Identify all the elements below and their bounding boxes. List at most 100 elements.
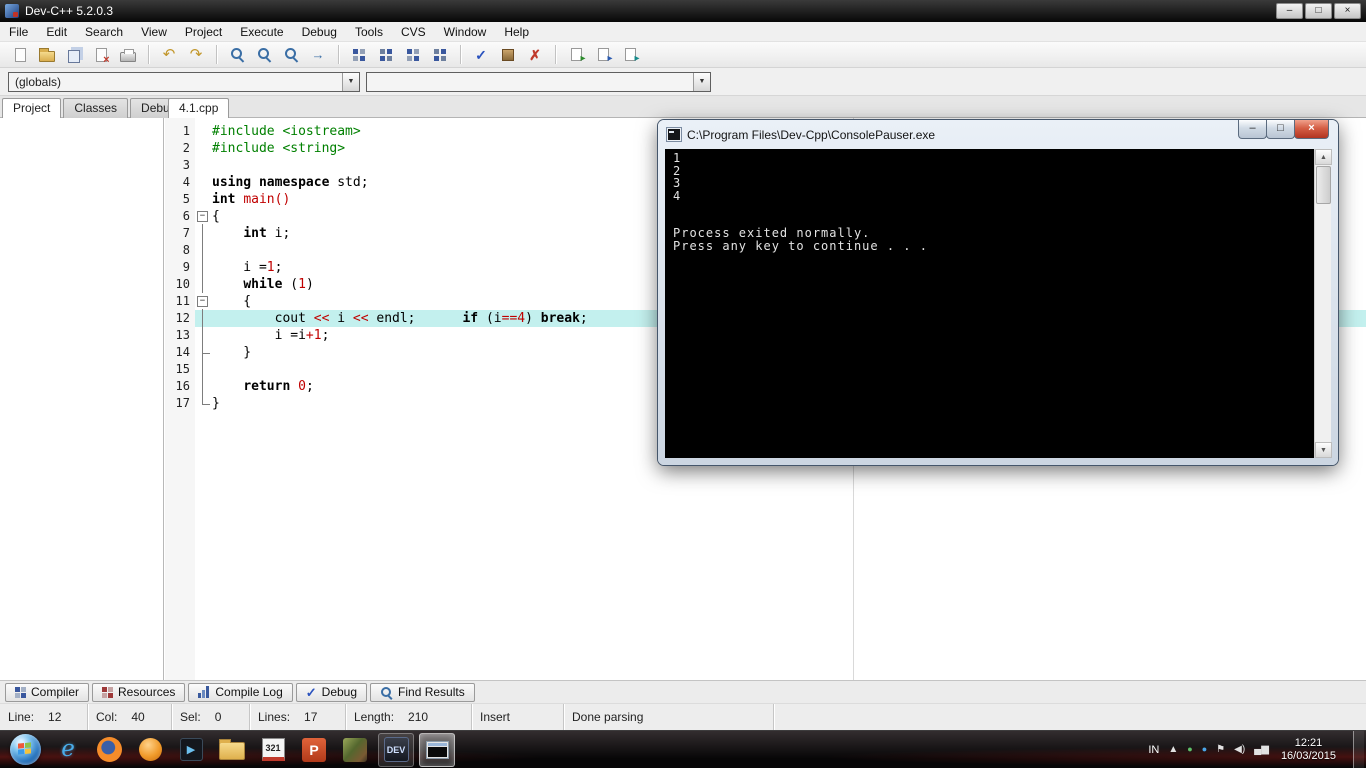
goto-line-button[interactable]: →: [305, 44, 331, 66]
panel-tab-classes[interactable]: Classes: [63, 98, 129, 118]
maximize-button[interactable]: □: [1305, 3, 1332, 19]
close-file-button[interactable]: [88, 44, 114, 66]
console-close-button[interactable]: ×: [1294, 120, 1329, 139]
taskbar-button-internet-explorer[interactable]: e: [50, 733, 86, 767]
report-tab-find-results[interactable]: Find Results: [370, 682, 475, 702]
console-title-bar[interactable]: C:\Program Files\Dev-Cpp\ConsolePauser.e…: [658, 120, 1338, 149]
menu-search[interactable]: Search: [76, 22, 132, 42]
taskbar-button-media-player[interactable]: ▶: [173, 733, 209, 767]
fold-collapse-icon[interactable]: −: [195, 208, 212, 225]
tray-status-icon[interactable]: ●: [1187, 745, 1192, 754]
line-number: 2: [165, 140, 195, 157]
print-button[interactable]: [115, 44, 141, 66]
panel-tabs: Project Classes Debug: [2, 98, 188, 119]
run-button[interactable]: [373, 44, 399, 66]
language-indicator[interactable]: IN: [1148, 744, 1159, 756]
menu-execute[interactable]: Execute: [231, 22, 292, 42]
taskbar-button-picture-app[interactable]: [337, 733, 373, 767]
scroll-up-icon[interactable]: ▲: [1315, 149, 1332, 165]
compile-run-button[interactable]: [400, 44, 426, 66]
scroll-down-icon[interactable]: ▼: [1315, 442, 1332, 458]
menu-window[interactable]: Window: [435, 22, 496, 42]
dropdown-arrow-icon[interactable]: ▼: [342, 73, 359, 91]
line-number: 3: [165, 157, 195, 174]
goto-bookmark-button[interactable]: [617, 44, 643, 66]
menu-project[interactable]: Project: [176, 22, 231, 42]
menu-tools[interactable]: Tools: [346, 22, 392, 42]
firefox-icon: [96, 737, 122, 762]
fold-margin: [195, 378, 212, 395]
replace-button[interactable]: [278, 44, 304, 66]
open-button[interactable]: [34, 44, 60, 66]
minimize-button[interactable]: –: [1276, 3, 1303, 19]
save-all-icon: [68, 49, 80, 63]
taskbar-button-powerpoint[interactable]: P: [296, 733, 332, 767]
check-icon: ✓: [475, 46, 487, 63]
find-in-files-button[interactable]: [251, 44, 277, 66]
taskbar-button-firefox[interactable]: [91, 733, 127, 767]
menu-debug[interactable]: Debug: [293, 22, 346, 42]
find-icon: [230, 47, 245, 62]
taskbar-button-folder[interactable]: [214, 733, 250, 767]
redo-button[interactable]: ↷: [183, 44, 209, 66]
goto-line-icon: →: [311, 47, 325, 62]
editor-tab[interactable]: 4.1.cpp: [168, 98, 230, 119]
report-tab-compiler[interactable]: Compiler: [5, 682, 90, 702]
report-tab-debug[interactable]: ✓ Debug: [295, 682, 368, 702]
report-tabs: Compiler Resources Compile Log ✓ Debug Find R…: [0, 680, 1366, 703]
undo-button[interactable]: ↶: [156, 44, 182, 66]
show-desktop-button[interactable]: [1353, 730, 1364, 768]
rebuild-button[interactable]: [427, 44, 453, 66]
find-button[interactable]: [224, 44, 250, 66]
package-button[interactable]: [495, 44, 521, 66]
picture-app-icon: [343, 737, 367, 762]
console-minimize-button[interactable]: –: [1238, 120, 1267, 139]
console-maximize-button[interactable]: □: [1266, 120, 1295, 139]
insert-button[interactable]: [563, 44, 589, 66]
powerpoint-icon: P: [302, 737, 326, 762]
menu-view[interactable]: View: [132, 22, 176, 42]
taskbar-button-console-window[interactable]: [419, 732, 455, 767]
globals-combobox[interactable]: (globals) ▼: [8, 72, 360, 92]
compile-button[interactable]: [346, 44, 372, 66]
console-window[interactable]: C:\Program Files\Dev-Cpp\ConsolePauser.e…: [658, 120, 1338, 465]
globals-combobox-value: (globals): [15, 75, 62, 89]
menu-help[interactable]: Help: [495, 22, 538, 42]
toolbar: ↶ ↷ → ✓ ✗: [0, 42, 1366, 68]
line-number: 7: [165, 225, 195, 242]
close-button[interactable]: ×: [1334, 3, 1361, 19]
toggle-bookmark-button[interactable]: [590, 44, 616, 66]
taskbar-button-round-orange[interactable]: [132, 733, 168, 767]
taskbar-button-devcpp[interactable]: DEV: [378, 732, 414, 767]
menu-edit[interactable]: Edit: [37, 22, 76, 42]
taskbar-clock[interactable]: 12:21 16/03/2015: [1281, 737, 1336, 763]
menu-file[interactable]: File: [0, 22, 37, 42]
menu-cvs[interactable]: CVS: [392, 22, 435, 42]
calendar-321-icon: 321: [261, 738, 285, 761]
new-file-button[interactable]: [7, 44, 33, 66]
console-text: 1 2 3 4 Process exited normally. Press a…: [673, 151, 928, 253]
save-all-button[interactable]: [61, 44, 87, 66]
taskbar-button-calendar-321[interactable]: 321: [255, 733, 291, 767]
compile-log-chart-icon: [198, 686, 211, 698]
report-tab-resources[interactable]: Resources: [92, 682, 186, 702]
tray-action-center-icon[interactable]: ⚑: [1216, 744, 1225, 755]
desktop: Dev-C++ 5.2.0.3 – □ × File Edit Search View…: [0, 0, 1366, 768]
abort-button[interactable]: ✗: [522, 44, 548, 66]
syntax-check-button[interactable]: ✓: [468, 44, 494, 66]
tray-network-icon[interactable]: ▄▆: [1254, 744, 1269, 755]
dropdown-arrow-icon[interactable]: ▼: [693, 73, 710, 91]
members-combobox[interactable]: ▼: [366, 72, 711, 92]
tray-update-icon[interactable]: ●: [1202, 745, 1207, 754]
scrollbar-thumb[interactable]: [1316, 166, 1331, 204]
fold-margin: [195, 310, 212, 327]
report-tab-compile-log[interactable]: Compile Log: [188, 682, 293, 702]
status-bar: Line: 12 Col: 40 Sel: 0 Lines: 17 Length: 210 Inse…: [0, 703, 1366, 730]
start-button[interactable]: [10, 734, 41, 765]
tray-chevron-icon[interactable]: ▲: [1168, 744, 1178, 755]
project-panel[interactable]: [0, 118, 164, 680]
console-scrollbar[interactable]: ▲ ▼: [1314, 149, 1332, 458]
tray-volume-icon[interactable]: ◀): [1234, 744, 1245, 755]
fold-collapse-icon[interactable]: −: [195, 293, 212, 310]
panel-tab-project[interactable]: Project: [2, 98, 62, 119]
